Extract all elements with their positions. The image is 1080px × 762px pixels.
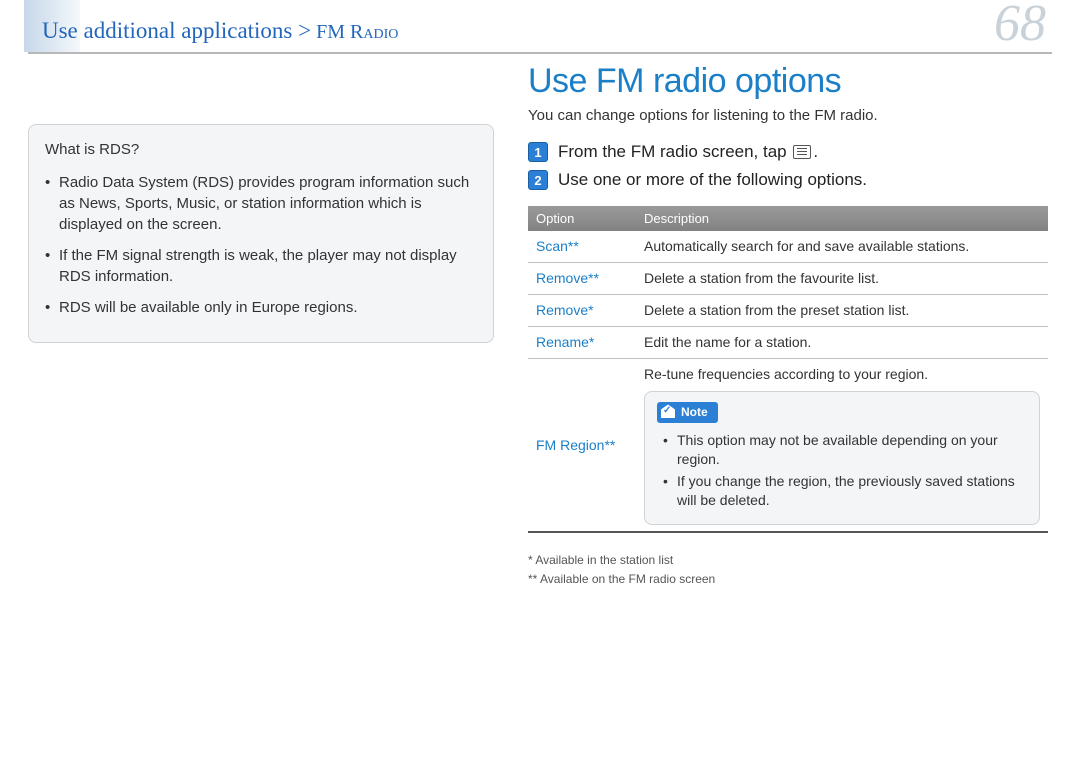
option-name: Scan** (528, 231, 636, 262)
breadcrumb-sub: FM Radio (311, 21, 398, 43)
footnote: * Available in the station list (528, 551, 1048, 570)
rds-item: RDS will be available only in Europe reg… (45, 297, 477, 318)
section-title: Use FM radio options (528, 62, 1048, 101)
column-left: What is RDS? Radio Data System (RDS) pro… (28, 54, 508, 588)
note-badge: Note (657, 402, 718, 422)
menu-icon (793, 145, 811, 159)
step-number-badge: 1 (528, 142, 548, 162)
option-name: FM Region** (528, 359, 636, 532)
breadcrumb-main: Use additional applications (42, 18, 298, 43)
note-item: If you change the region, the previously… (663, 472, 1027, 510)
table-row: Remove* Delete a station from the preset… (528, 295, 1048, 327)
options-table: Option Description Scan** Automatically … (528, 206, 1048, 533)
table-row: Rename* Edit the name for a station. (528, 327, 1048, 359)
option-name: Remove** (528, 263, 636, 294)
table-head-description: Description (636, 206, 1048, 231)
column-right: Use FM radio options You can change opti… (508, 54, 1048, 588)
step-item: 2 Use one or more of the following optio… (528, 170, 1048, 190)
note-item: This option may not be available dependi… (663, 431, 1027, 469)
table-row-fm-region: FM Region** Re-tune frequencies accordin… (528, 359, 1048, 534)
rds-item: Radio Data System (RDS) provides program… (45, 172, 477, 235)
option-desc: Automatically search for and save availa… (636, 231, 1048, 262)
option-desc: Delete a station from the preset station… (636, 295, 1048, 326)
table-head-option: Option (528, 206, 636, 231)
option-desc: Delete a station from the favourite list… (636, 263, 1048, 294)
rds-item: If the FM signal strength is weak, the p… (45, 245, 477, 287)
option-name: Remove* (528, 295, 636, 326)
option-desc: Edit the name for a station. (636, 327, 1048, 358)
step-number-badge: 2 (528, 170, 548, 190)
note-box: Note This option may not be available de… (644, 391, 1040, 525)
breadcrumb-sep: > (298, 18, 311, 43)
section-subtitle: You can change options for listening to … (528, 107, 1048, 124)
table-row: Remove** Delete a station from the favou… (528, 263, 1048, 295)
step-text: Use one or more of the following options… (558, 170, 867, 190)
footnote: ** Available on the FM radio screen (528, 570, 1048, 589)
fm-region-top-text: Re-tune frequencies according to your re… (644, 365, 1040, 384)
table-header: Option Description (528, 206, 1048, 231)
rds-title: What is RDS? (45, 139, 477, 160)
breadcrumb: Use additional applications > FM Radio (42, 18, 398, 44)
table-row: Scan** Automatically search for and save… (528, 231, 1048, 263)
rds-info-box: What is RDS? Radio Data System (RDS) pro… (28, 124, 494, 343)
footnotes: * Available in the station list ** Avail… (528, 551, 1048, 588)
step-text: From the FM radio screen, tap . (558, 142, 818, 162)
option-desc: Re-tune frequencies according to your re… (636, 359, 1048, 532)
page-number: 68 (994, 0, 1046, 53)
page-header: Use additional applications > FM Radio 6… (28, 0, 1052, 54)
step-item: 1 From the FM radio screen, tap . (528, 142, 1048, 162)
steps-list: 1 From the FM radio screen, tap . 2 Use … (528, 142, 1048, 190)
option-name: Rename* (528, 327, 636, 358)
